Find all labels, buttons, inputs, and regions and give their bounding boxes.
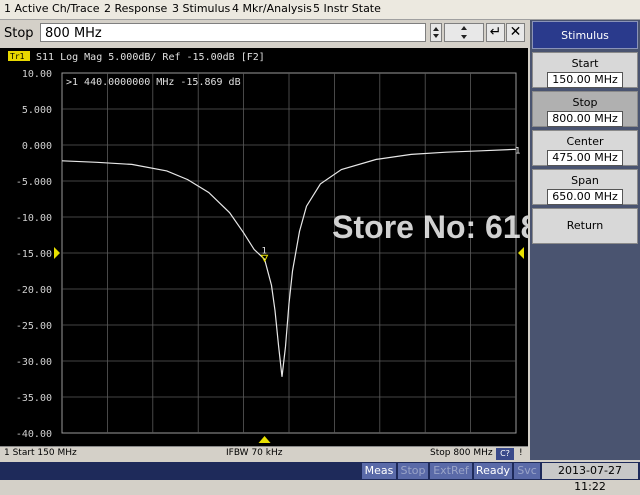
y-tick-label: -40.00 (16, 429, 52, 440)
softkey-stop-label: Stop (572, 96, 598, 109)
trace-end-label: 1 (515, 146, 520, 156)
y-tick-label: -10.00 (16, 213, 52, 224)
softkey-title: Stimulus (532, 21, 638, 49)
marker-stimulus-arrow[interactable] (258, 436, 271, 443)
status-start: 1 Start 150 MHz (4, 448, 77, 458)
enter-icon[interactable]: ↵ (486, 23, 505, 42)
y-tick-label: 0.000 (22, 141, 52, 152)
y-tick-label: -25.00 (16, 321, 52, 332)
y-tick-label: 10.00 (22, 69, 52, 80)
softkey-span-label: Span (571, 174, 599, 187)
ref-level-right-arrow[interactable] (518, 247, 524, 259)
softkey-start[interactable]: Start 150.00 MHz (532, 52, 638, 88)
y-tick-label: -5.000 (16, 177, 52, 188)
channel-status-bar: 1 Start 150 MHz IFBW 70 kHz Stop 800 MHz… (0, 446, 528, 462)
marker-readout: >1 440.0000000 MHz -15.869 dB (66, 77, 241, 88)
menu-stimulus[interactable]: 3 Stimulus (172, 2, 230, 15)
status-meas: Meas (362, 463, 396, 479)
status-excl: ! (519, 448, 523, 458)
marker-1-label: 1 (262, 246, 267, 256)
y-tick-label: -20.00 (16, 285, 52, 296)
instrument-status-bar: Meas Stop ExtRef Ready Svc 2013-07-27 11… (0, 462, 640, 493)
softkey-panel: Stimulus Start 150.00 MHz Stop 800.00 MH… (530, 20, 640, 460)
softkey-center-label: Center (566, 135, 604, 148)
measurement-screen: 10.00 5.000 0.000 -5.000 -10.00 -15.00 -20.00 -… (0, 48, 592, 446)
y-tick-label: -15.00 (16, 249, 52, 260)
close-icon[interactable]: ✕ (506, 23, 525, 42)
status-extref: ExtRef (430, 463, 472, 479)
correction-badge: C? (496, 448, 514, 460)
softkey-span[interactable]: Span 650.00 MHz (532, 169, 638, 205)
trace-plot: 10.00 5.000 0.000 -5.000 -10.00 -15.00 -20.00 -… (8, 51, 592, 443)
softkey-start-value: 150.00 MHz (547, 72, 623, 88)
menu-instr-state[interactable]: 5 Instr State (313, 2, 381, 15)
status-ready: Ready (474, 463, 512, 479)
entry-bar: Stop 800 MHz ↵ ✕ (0, 20, 528, 47)
softkey-stop[interactable]: Stop 800.00 MHz (532, 91, 638, 127)
status-stop: Stop 800 MHz (430, 448, 493, 458)
y-tick-label: -35.00 (16, 393, 52, 404)
softkey-center[interactable]: Center 475.00 MHz (532, 130, 638, 166)
softkey-return[interactable]: Return (532, 208, 638, 244)
softkey-start-label: Start (571, 57, 599, 70)
trace-header: S11 Log Mag 5.000dB/ Ref -15.00dB [F2] (36, 52, 265, 63)
softkey-stop-value: 800.00 MHz (547, 111, 623, 127)
spin-up-down-icon[interactable] (430, 23, 442, 42)
y-tick-label: -30.00 (16, 357, 52, 368)
status-stop-indicator: Stop (398, 463, 428, 479)
step-up-down-icon[interactable] (444, 23, 484, 42)
menu-mkr-analysis[interactable]: 4 Mkr/Analysis (232, 2, 312, 15)
ref-level-left-arrow[interactable] (54, 247, 60, 259)
menu-bar: 1 Active Ch/Trace 2 Response 3 Stimulus … (0, 0, 640, 20)
softkey-span-value: 650.00 MHz (547, 189, 623, 205)
menu-response[interactable]: 2 Response (104, 2, 167, 15)
timestamp: 2013-07-27 11:22 (542, 463, 638, 493)
entry-value-field[interactable]: 800 MHz (40, 23, 426, 42)
status-ifbw: IFBW 70 kHz (226, 448, 283, 458)
entry-label: Stop (4, 26, 34, 41)
trace-tag: Tr1 (10, 52, 25, 61)
softkey-center-value: 475.00 MHz (547, 150, 623, 166)
menu-active-ch-trace[interactable]: 1 Active Ch/Trace (4, 2, 100, 15)
watermark-text: Store No: 618098 (332, 209, 528, 245)
status-svc: Svc (514, 463, 540, 479)
y-tick-label: 5.000 (22, 105, 52, 116)
